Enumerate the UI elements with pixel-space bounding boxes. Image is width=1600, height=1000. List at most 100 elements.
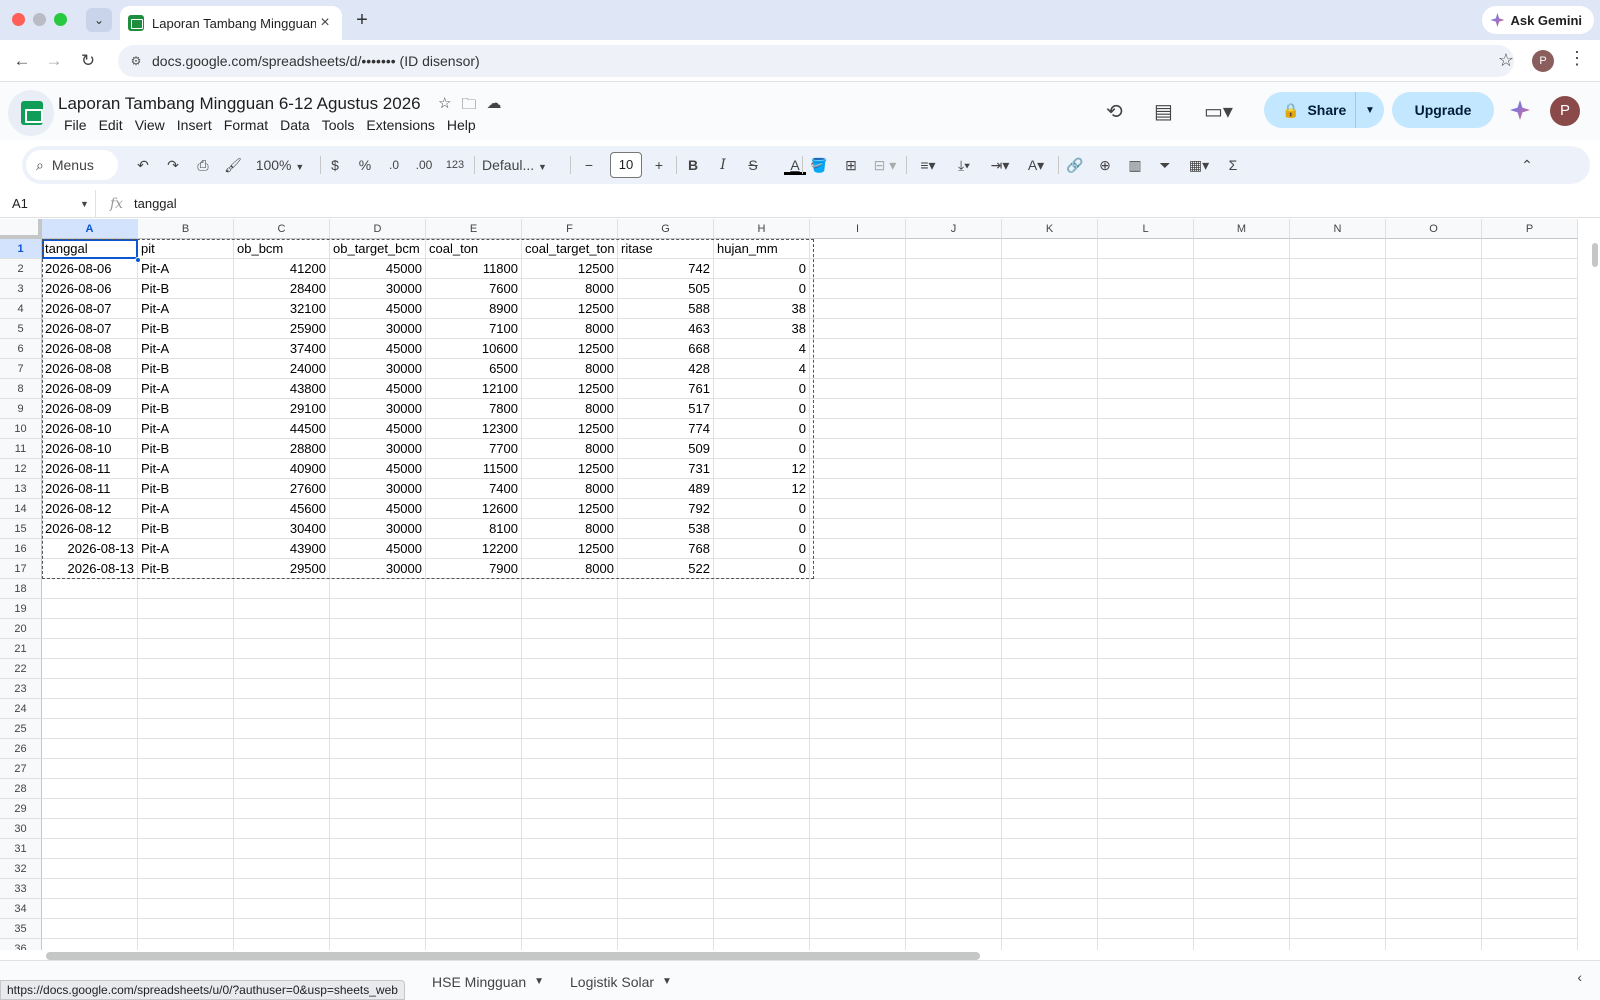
grid-cell[interactable]: 2026-08-07 (42, 299, 138, 319)
menu-file[interactable]: File (58, 117, 93, 133)
grid-cell[interactable] (618, 879, 714, 899)
grid-cell[interactable] (714, 619, 810, 639)
grid-cell[interactable] (906, 439, 1002, 459)
grid-cell[interactable] (1386, 699, 1482, 719)
grid-cell[interactable] (42, 599, 138, 619)
grid-cell[interactable] (714, 799, 810, 819)
row-header[interactable]: 34 (0, 899, 42, 919)
grid-cell[interactable] (1098, 479, 1194, 499)
grid-cell[interactable] (1482, 879, 1578, 899)
grid-cell[interactable] (906, 279, 1002, 299)
grid-cell[interactable] (1098, 399, 1194, 419)
grid-cell[interactable]: 8000 (522, 279, 618, 299)
grid-cell[interactable] (234, 859, 330, 879)
grid-cell[interactable] (1194, 639, 1290, 659)
grid-cell[interactable]: 2026-08-09 (42, 399, 138, 419)
grid-cell[interactable]: 12 (714, 459, 810, 479)
grid-cell[interactable] (906, 519, 1002, 539)
grid-cell[interactable] (1098, 779, 1194, 799)
grid-cell[interactable] (714, 879, 810, 899)
grid-cell[interactable] (906, 479, 1002, 499)
grid-cell[interactable]: Pit-A (138, 259, 234, 279)
grid-cell[interactable] (1290, 239, 1386, 259)
grid-cell[interactable] (1482, 339, 1578, 359)
currency-format-button[interactable]: $ (324, 154, 346, 176)
grid-cell[interactable] (426, 839, 522, 859)
grid-cell[interactable]: 2026-08-06 (42, 279, 138, 299)
row-header[interactable]: 3 (0, 279, 42, 299)
column-header[interactable]: C (234, 219, 330, 239)
grid-cell[interactable]: 2026-08-13 (42, 539, 138, 559)
grid-cell[interactable]: 30000 (330, 359, 426, 379)
grid-cell[interactable] (1482, 619, 1578, 639)
grid-cell[interactable] (714, 739, 810, 759)
grid-cell[interactable] (1386, 899, 1482, 919)
grid-cell[interactable] (1482, 579, 1578, 599)
grid-cell[interactable]: 12500 (522, 299, 618, 319)
grid-cell[interactable] (1290, 939, 1386, 950)
insert-link-icon[interactable]: 🔗 (1064, 154, 1086, 176)
grid-cell[interactable] (1098, 359, 1194, 379)
grid-cell[interactable] (906, 759, 1002, 779)
grid-cell[interactable] (1002, 379, 1098, 399)
grid-cell[interactable]: 792 (618, 499, 714, 519)
grid-cell[interactable] (1290, 319, 1386, 339)
grid-cell[interactable] (522, 879, 618, 899)
grid-cell[interactable] (1002, 819, 1098, 839)
grid-cell[interactable] (1482, 459, 1578, 479)
grid-cell[interactable] (1290, 719, 1386, 739)
grid-cell[interactable] (1002, 359, 1098, 379)
fill-color-icon[interactable]: 🪣 (808, 154, 830, 176)
grid-cell[interactable] (522, 679, 618, 699)
grid-cell[interactable] (906, 499, 1002, 519)
grid-cell[interactable]: 2026-08-11 (42, 459, 138, 479)
grid-cell[interactable] (906, 839, 1002, 859)
grid-cell[interactable] (42, 819, 138, 839)
grid-cell[interactable] (1290, 919, 1386, 939)
grid-cell[interactable] (426, 619, 522, 639)
grid-cell[interactable] (1482, 839, 1578, 859)
grid-cell[interactable] (1002, 879, 1098, 899)
grid-cell[interactable]: 12 (714, 479, 810, 499)
row-header[interactable]: 30 (0, 819, 42, 839)
grid-cell[interactable] (1482, 719, 1578, 739)
grid-cell[interactable] (138, 679, 234, 699)
grid-cell[interactable] (1002, 319, 1098, 339)
grid-cell[interactable]: Pit-B (138, 359, 234, 379)
grid-cell[interactable] (906, 459, 1002, 479)
grid-cell[interactable] (1194, 719, 1290, 739)
grid-cell[interactable] (1098, 619, 1194, 639)
vertical-align-icon[interactable]: ⤓▾ (948, 154, 980, 176)
grid-cell[interactable]: 0 (714, 559, 810, 579)
grid-cell[interactable] (906, 539, 1002, 559)
grid-cell[interactable] (42, 679, 138, 699)
grid-cell[interactable] (810, 339, 906, 359)
browser-profile-avatar[interactable]: P (1532, 50, 1554, 72)
fill-handle[interactable] (135, 257, 141, 263)
grid-cell[interactable] (1194, 359, 1290, 379)
forward-arrow-icon[interactable]: → (42, 49, 66, 73)
grid-cell[interactable] (522, 739, 618, 759)
grid-cell[interactable] (1194, 339, 1290, 359)
grid-cell[interactable] (1290, 279, 1386, 299)
grid-cell[interactable]: 30400 (234, 519, 330, 539)
grid-cell[interactable] (42, 919, 138, 939)
grid-cell[interactable] (42, 639, 138, 659)
grid-cell[interactable] (522, 899, 618, 919)
collapse-toolbar-chevron-icon[interactable]: ⌃ (1516, 154, 1538, 176)
grid-cell[interactable] (138, 639, 234, 659)
grid-cell[interactable] (906, 319, 1002, 339)
grid-cell[interactable] (1386, 919, 1482, 939)
grid-cell[interactable] (1002, 719, 1098, 739)
grid-cell[interactable] (522, 939, 618, 950)
grid-cell[interactable] (1386, 459, 1482, 479)
column-header[interactable]: O (1386, 219, 1482, 239)
grid-cell[interactable] (1194, 259, 1290, 279)
column-header[interactable]: F (522, 219, 618, 239)
grid-cell[interactable] (234, 599, 330, 619)
grid-cell[interactable] (714, 759, 810, 779)
grid-cell[interactable]: 8000 (522, 519, 618, 539)
grid-cell[interactable]: 30000 (330, 279, 426, 299)
column-header[interactable]: H (714, 219, 810, 239)
grid-cell[interactable] (522, 579, 618, 599)
